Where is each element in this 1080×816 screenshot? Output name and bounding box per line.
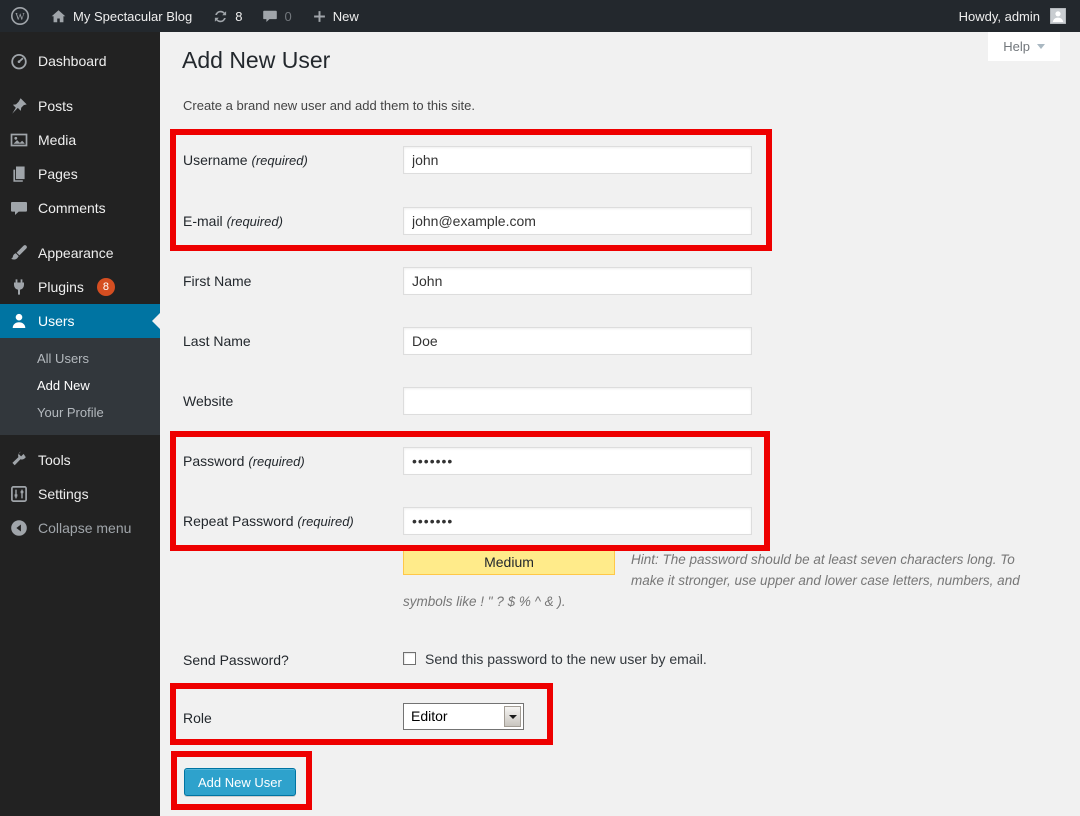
sidebar-item-collapse-menu[interactable]: Collapse menu xyxy=(0,511,160,545)
select-arrow-icon[interactable] xyxy=(504,706,521,727)
admin-sidebar: Dashboard Posts Media Pages Comments App… xyxy=(0,32,160,816)
wordpress-logo-icon: W xyxy=(10,6,30,26)
sidebar-item-appearance[interactable]: Appearance xyxy=(0,236,160,270)
sidebar-item-label: Tools xyxy=(38,452,71,468)
sidebar-item-users[interactable]: Users xyxy=(0,304,160,338)
users-submenu: All Users Add New Your Profile xyxy=(0,338,160,435)
svg-text:W: W xyxy=(15,12,25,23)
main-content: Help Add New User Create a brand new use… xyxy=(160,32,1080,816)
first-name-label: First Name xyxy=(183,273,399,289)
comment-icon xyxy=(9,198,29,218)
email-label: E-mail (required) xyxy=(183,213,399,229)
sidebar-item-pages[interactable]: Pages xyxy=(0,157,160,191)
new-content-link[interactable]: New xyxy=(302,0,369,32)
username-input[interactable] xyxy=(403,146,752,174)
send-password-label: Send Password? xyxy=(183,652,289,668)
role-selected-value: Editor xyxy=(411,708,448,724)
plus-icon xyxy=(312,9,327,24)
website-label: Website xyxy=(183,393,399,409)
sidebar-item-label: Appearance xyxy=(38,245,114,261)
last-name-input[interactable] xyxy=(403,327,752,355)
last-name-label: Last Name xyxy=(183,333,399,349)
sidebar-item-label: Pages xyxy=(38,166,78,182)
first-name-input[interactable] xyxy=(403,267,752,295)
sidebar-item-comments[interactable]: Comments xyxy=(0,191,160,225)
collapse-icon xyxy=(9,518,29,538)
send-password-checkbox-label[interactable]: Send this password to the new user by em… xyxy=(425,651,707,667)
password-strength-indicator: Medium xyxy=(403,549,615,575)
role-select[interactable]: Editor xyxy=(403,703,524,730)
sidebar-item-plugins[interactable]: Plugins 8 xyxy=(0,270,160,304)
page-subtitle: Create a brand new user and add them to … xyxy=(183,98,475,113)
page-title: Add New User xyxy=(182,46,330,75)
repeat-password-input[interactable] xyxy=(403,507,752,535)
sidebar-item-label: Settings xyxy=(38,486,89,502)
users-icon xyxy=(9,311,29,331)
updates-link[interactable]: 8 xyxy=(202,0,252,32)
help-button[interactable]: Help xyxy=(988,32,1060,61)
plugin-icon xyxy=(9,277,29,297)
site-name-label: My Spectacular Blog xyxy=(73,9,192,24)
site-name-link[interactable]: My Spectacular Blog xyxy=(40,0,202,32)
comments-link[interactable]: 0 xyxy=(252,0,301,32)
submenu-item-add-new[interactable]: Add New xyxy=(0,372,160,399)
chevron-down-icon xyxy=(1037,44,1045,49)
plugins-update-badge: 8 xyxy=(97,278,115,296)
sidebar-item-tools[interactable]: Tools xyxy=(0,443,160,477)
sidebar-item-label: Collapse menu xyxy=(38,520,131,536)
sidebar-item-label: Posts xyxy=(38,98,73,114)
avatar xyxy=(1050,8,1066,24)
password-label: Password (required) xyxy=(183,453,399,469)
add-new-user-button[interactable]: Add New User xyxy=(184,768,296,796)
sidebar-item-label: Comments xyxy=(38,200,106,216)
comment-count: 0 xyxy=(284,9,291,24)
home-icon xyxy=(50,8,67,25)
username-label: Username (required) xyxy=(183,152,399,168)
repeat-password-label: Repeat Password (required) xyxy=(183,513,399,529)
help-label: Help xyxy=(1003,39,1030,54)
account-menu[interactable]: Howdy, admin xyxy=(949,0,1080,32)
sidebar-item-dashboard[interactable]: Dashboard xyxy=(0,44,160,78)
sidebar-item-label: Media xyxy=(38,132,76,148)
settings-icon xyxy=(9,484,29,504)
sidebar-item-posts[interactable]: Posts xyxy=(0,89,160,123)
update-icon xyxy=(212,8,229,25)
sidebar-item-label: Users xyxy=(38,313,75,329)
dashboard-icon xyxy=(9,51,29,71)
submenu-item-all-users[interactable]: All Users xyxy=(0,345,160,372)
admin-bar: W My Spectacular Blog 8 0 New xyxy=(0,0,1080,32)
sidebar-item-settings[interactable]: Settings xyxy=(0,477,160,511)
wordpress-logo-menu[interactable]: W xyxy=(0,0,40,32)
update-count: 8 xyxy=(235,9,242,24)
appearance-icon xyxy=(9,243,29,263)
sidebar-item-label: Dashboard xyxy=(38,53,107,69)
submenu-item-your-profile[interactable]: Your Profile xyxy=(0,399,160,426)
sidebar-item-media[interactable]: Media xyxy=(0,123,160,157)
pin-icon xyxy=(9,96,29,116)
new-label: New xyxy=(333,9,359,24)
pages-icon xyxy=(9,164,29,184)
tools-icon xyxy=(9,450,29,470)
media-icon xyxy=(9,130,29,150)
comment-bubble-icon xyxy=(262,8,278,24)
password-input[interactable] xyxy=(403,447,752,475)
email-input[interactable] xyxy=(403,207,752,235)
website-input[interactable] xyxy=(403,387,752,415)
role-label: Role xyxy=(183,710,212,726)
send-password-checkbox[interactable] xyxy=(403,652,416,665)
howdy-label: Howdy, admin xyxy=(959,9,1040,24)
sidebar-item-label: Plugins xyxy=(38,279,84,295)
